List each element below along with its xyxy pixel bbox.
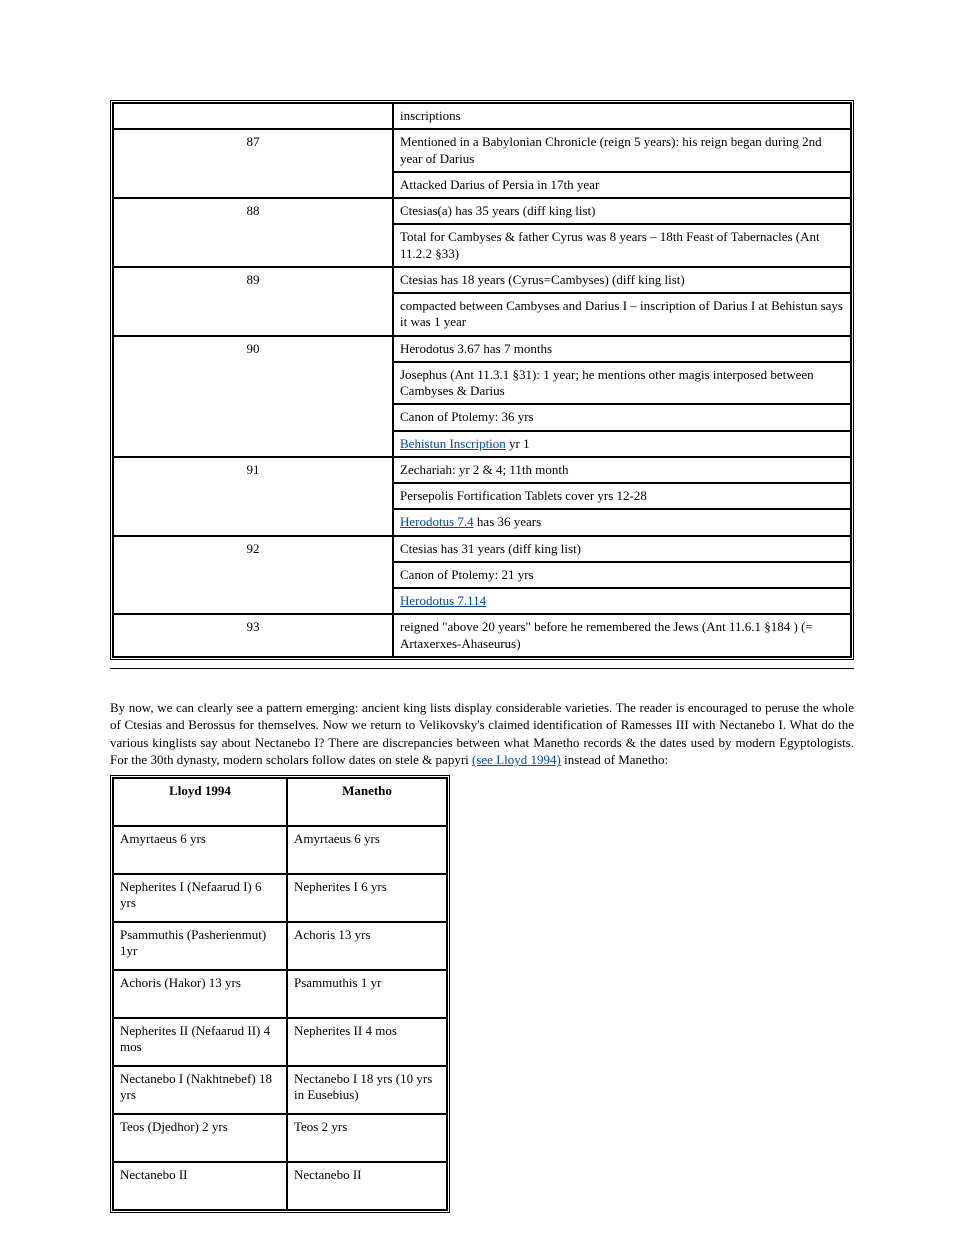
ref-text: Herodotus 3.67 has 7 months [393, 336, 851, 362]
ref-number: 93 [113, 614, 393, 657]
ref-number: 90 [113, 336, 393, 457]
kinglist-right: Amyrtaeus 6 yrs [287, 826, 447, 874]
books-header-right: Manetho [287, 778, 447, 826]
ref-text: Ctesias has 31 years (diff king list) [393, 536, 851, 562]
ref-number: 91 [113, 457, 393, 536]
table-row: Nepherites II (Nefaarud II) 4 mosNepheri… [113, 1018, 447, 1066]
ref-text: Zechariah: yr 2 & 4; 11th month [393, 457, 851, 483]
ref-number: 87 [113, 129, 393, 198]
ref-link[interactable]: Herodotus 7.4 [400, 514, 474, 529]
kinglist-right: Nectanebo I 18 yrs (10 yrs in Eusebius) [287, 1066, 447, 1114]
table-row: 91Zechariah: yr 2 & 4; 11th month [113, 457, 851, 483]
ref-text: Ctesias(a) has 35 years (diff king list) [393, 198, 851, 224]
kinglist-left: Teos (Djedhor) 2 yrs [113, 1114, 287, 1162]
kinglist-left: Achoris (Hakor) 13 yrs [113, 970, 287, 1018]
ref-text: Herodotus 7.4 has 36 years [393, 509, 851, 535]
kinglist-right: Nepherites II 4 mos [287, 1018, 447, 1066]
table-row: inscriptions [113, 103, 851, 129]
table-row: 93reigned "above 20 years" before he rem… [113, 614, 851, 657]
ref-text: compacted between Cambyses and Darius I … [393, 293, 851, 336]
ref-text: Attacked Darius of Persia in 17th year [393, 172, 851, 198]
ref-link[interactable]: Herodotus 7.114 [400, 593, 486, 608]
table-row: Psammuthis (Pasherienmut) 1yrAchoris 13 … [113, 922, 447, 970]
ref-link[interactable]: Behistun Inscription [400, 436, 506, 451]
ref-text: inscriptions [393, 103, 851, 129]
table-row: 92Ctesias has 31 years (diff king list) [113, 536, 851, 562]
books-header-left: Lloyd 1994 [113, 778, 287, 826]
ref-number: 89 [113, 267, 393, 336]
ref-number: 88 [113, 198, 393, 267]
kinglist-right: Achoris 13 yrs [287, 922, 447, 970]
kinglist-right: Teos 2 yrs [287, 1114, 447, 1162]
ref-text: Herodotus 7.114 [393, 588, 851, 614]
table-row: 90Herodotus 3.67 has 7 months [113, 336, 851, 362]
ref-text: Canon of Ptolemy: 36 yrs [393, 404, 851, 430]
separator [110, 668, 854, 669]
kinglist-left: Nectanebo I (Nakhtnebef) 18 yrs [113, 1066, 287, 1114]
table-row: Amyrtaeus 6 yrsAmyrtaeus 6 yrs [113, 826, 447, 874]
ref-number [113, 103, 393, 129]
ref-number: 92 [113, 536, 393, 615]
ref-text: Canon of Ptolemy: 21 yrs [393, 562, 851, 588]
prose-paragraph: By now, we can clearly see a pattern eme… [110, 699, 854, 769]
ref-text: Josephus (Ant 11.3.1 §31): 1 year; he me… [393, 362, 851, 405]
table-row: Nepherites I (Nefaarud I) 6 yrsNepherite… [113, 874, 447, 922]
kinglist-left: Amyrtaeus 6 yrs [113, 826, 287, 874]
kinglist-left: Nectanebo II [113, 1162, 287, 1210]
ref-text: Ctesias has 18 years (Cyrus=Cambyses) (d… [393, 267, 851, 293]
prose-text-after: instead of Manetho: [564, 752, 668, 767]
lloyd-link[interactable]: (see Lloyd 1994) [472, 752, 561, 767]
kinglist-right: Nectanebo II [287, 1162, 447, 1210]
ref-text: reigned "above 20 years" before he remem… [393, 614, 851, 657]
kinglist-left: Psammuthis (Pasherienmut) 1yr [113, 922, 287, 970]
kinglist-right: Nepherites I 6 yrs [287, 874, 447, 922]
kinglist-left: Nepherites II (Nefaarud II) 4 mos [113, 1018, 287, 1066]
table-row: Nectanebo IINectanebo II [113, 1162, 447, 1210]
ref-text: Total for Cambyses & father Cyrus was 8 … [393, 224, 851, 267]
ref-text: Mentioned in a Babylonian Chronicle (rei… [393, 129, 851, 172]
references-table: inscriptions87Mentioned in a Babylonian … [110, 100, 854, 660]
ref-text: Behistun Inscription yr 1 [393, 431, 851, 457]
kinglist-table: Lloyd 1994 Manetho Amyrtaeus 6 yrsAmyrta… [110, 775, 450, 1213]
table-row: Nectanebo I (Nakhtnebef) 18 yrsNectanebo… [113, 1066, 447, 1114]
table-row: 89Ctesias has 18 years (Cyrus=Cambyses) … [113, 267, 851, 293]
kinglist-right: Psammuthis 1 yr [287, 970, 447, 1018]
table-row: Achoris (Hakor) 13 yrsPsammuthis 1 yr [113, 970, 447, 1018]
table-row: 87Mentioned in a Babylonian Chronicle (r… [113, 129, 851, 172]
table-row: 88Ctesias(a) has 35 years (diff king lis… [113, 198, 851, 224]
table-row: Teos (Djedhor) 2 yrsTeos 2 yrs [113, 1114, 447, 1162]
kinglist-left: Nepherites I (Nefaarud I) 6 yrs [113, 874, 287, 922]
ref-text: Persepolis Fortification Tablets cover y… [393, 483, 851, 509]
